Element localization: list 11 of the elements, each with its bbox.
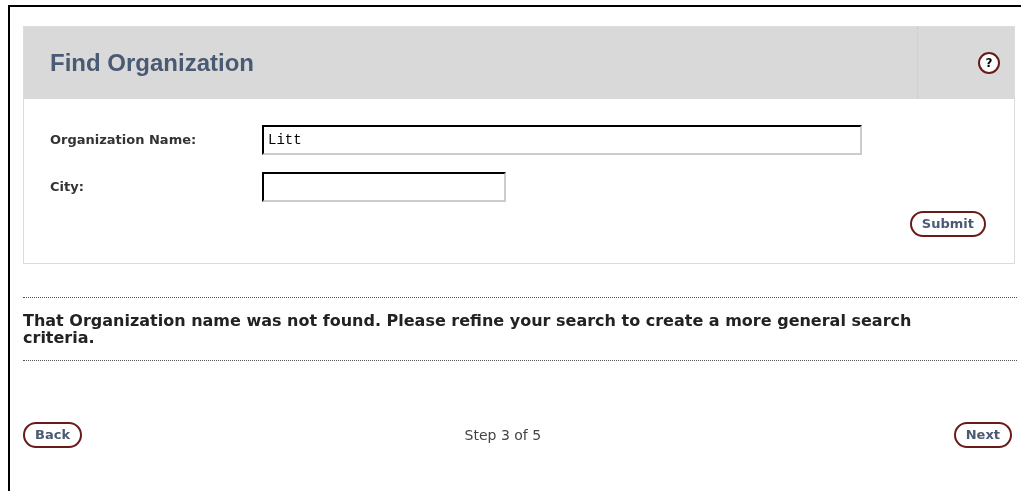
step-indicator: Step 3 of 5	[464, 425, 542, 445]
back-button[interactable]: Back	[23, 422, 83, 448]
input-field[interactable]: Litt	[262, 125, 862, 155]
submit-button[interactable]: Submit	[909, 211, 986, 237]
panel-title: Find Organization	[50, 48, 254, 78]
next-button[interactable]: Next	[953, 422, 1012, 448]
input-field[interactable]	[262, 172, 506, 202]
field-label: Organization Name:	[50, 131, 198, 150]
field-label: City:	[50, 178, 85, 197]
error-message: That Organization name was not found. Please refine your search to create a more general search criteria.	[23, 310, 913, 349]
help-icon[interactable]: ?	[978, 52, 1000, 74]
